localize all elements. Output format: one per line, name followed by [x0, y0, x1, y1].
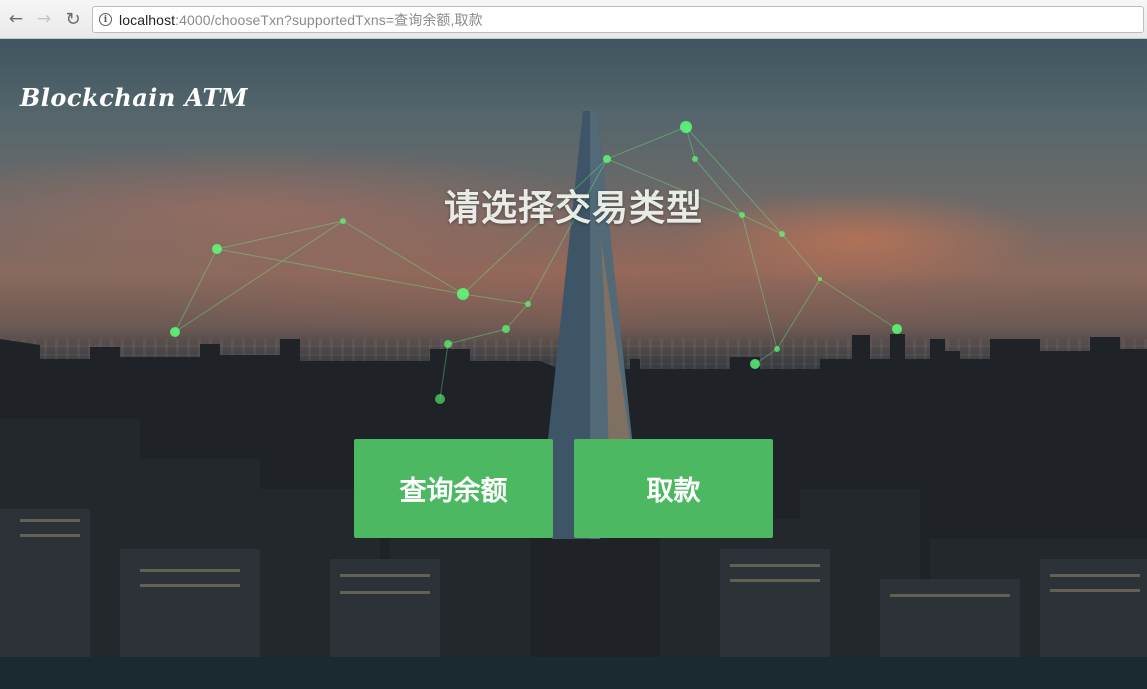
- url-path: :4000/chooseTxn?supportedTxns=查询余额,取款: [175, 11, 483, 28]
- reload-icon[interactable]: ↻: [63, 9, 83, 30]
- url-text: localhost:4000/chooseTxn?supportedTxns=查…: [119, 10, 483, 30]
- skyline-background: [0, 111, 1147, 689]
- address-bar[interactable]: i localhost:4000/chooseTxn?supportedTxns…: [92, 6, 1144, 33]
- brand-logo[interactable]: Blockchain ATM: [20, 83, 248, 112]
- browser-toolbar: ← → ↻ i localhost:4000/chooseTxn?support…: [0, 0, 1147, 39]
- page-title: 请选择交易类型: [443, 188, 703, 229]
- info-icon[interactable]: i: [99, 13, 112, 26]
- check-balance-button[interactable]: 查询余额: [354, 439, 553, 538]
- url-host: localhost: [119, 11, 176, 28]
- back-arrow-icon[interactable]: ←: [6, 9, 26, 29]
- withdraw-button[interactable]: 取款: [574, 439, 773, 538]
- forward-arrow-icon[interactable]: →: [34, 9, 54, 29]
- page-viewport: Blockchain ATM 请选择交易类型 查询余额 取款: [0, 39, 1147, 689]
